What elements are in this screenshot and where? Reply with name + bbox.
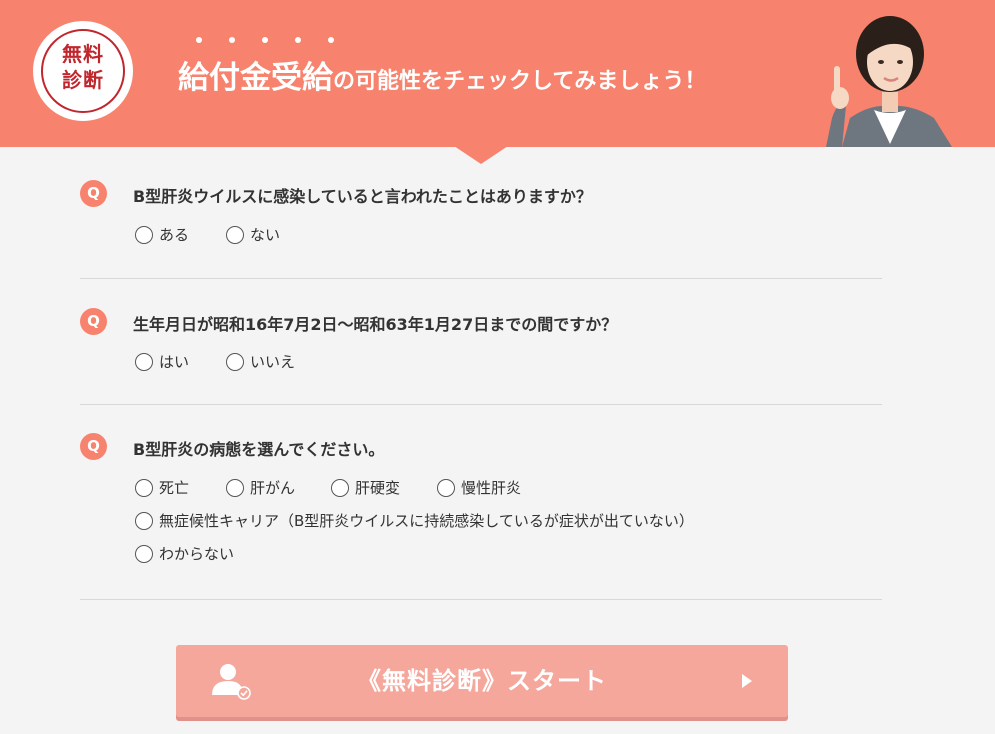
q1-option-no[interactable]: ない [226, 224, 280, 245]
radio-button[interactable] [135, 544, 153, 563]
option-label: いいえ [250, 353, 296, 371]
question-3-text: B型肝炎の病態を選んでください。 [133, 440, 385, 459]
divider [80, 278, 882, 279]
divider [80, 599, 882, 600]
start-button-label: 《無料診断》スタート [357, 667, 607, 695]
q-icon: Q [80, 180, 107, 207]
badge-line-2: 診断 [62, 68, 104, 92]
question-3: Q B型肝炎の病態を選んでください。 死亡 肝がん 肝硬変 慢性肝炎 無症候性キ… [80, 433, 882, 573]
start-diagnosis-button[interactable]: 《無料診断》スタート [176, 645, 788, 717]
radio-button[interactable] [135, 352, 153, 371]
q3-option-death[interactable]: 死亡 [135, 477, 189, 498]
radio-button[interactable] [135, 225, 153, 244]
divider [80, 404, 882, 405]
q3-option-chronic-hepatitis[interactable]: 慢性肝炎 [437, 477, 521, 498]
play-arrow-icon [742, 674, 752, 688]
radio-button[interactable] [135, 511, 153, 530]
q3-option-liver-cancer[interactable]: 肝がん [226, 477, 295, 498]
option-label: はい [159, 353, 190, 371]
option-label: 肝がん [250, 479, 296, 497]
radio-button[interactable] [226, 225, 244, 244]
option-label: 無症候性キャリア（B型肝炎ウイルスに持続感染しているが症状が出ていない） [159, 512, 694, 530]
q-icon: Q [80, 308, 107, 335]
question-1-text: B型肝炎ウイルスに感染していると言われたことはありますか？ [133, 187, 592, 206]
headline-emphasis: 給付金受給 [178, 60, 333, 96]
radio-button[interactable] [331, 478, 349, 497]
option-label: 慢性肝炎 [461, 479, 522, 497]
option-label: 死亡 [159, 479, 190, 497]
q3-option-unknown[interactable]: わからない [135, 543, 234, 564]
woman-pointing-illustration [826, 16, 952, 147]
header-pointer-notch [454, 146, 508, 164]
q2-option-yes[interactable]: はい [135, 351, 189, 372]
header-headline: 給付金受給の可能性をチェックしてみましょう！ [178, 52, 706, 96]
headline-rest: の可能性をチェックしてみましょう！ [333, 69, 707, 94]
q3-option-asymptomatic-carrier[interactable]: 無症候性キャリア（B型肝炎ウイルスに持続感染しているが症状が出ていない） [135, 510, 694, 531]
question-1: Q B型肝炎ウイルスに感染していると言われたことはありますか？ ある ない [80, 180, 882, 250]
q3-option-cirrhosis[interactable]: 肝硬変 [331, 477, 400, 498]
option-label: ある [159, 226, 190, 244]
option-label: ない [250, 226, 281, 244]
badge-line-1: 無料 [62, 42, 104, 66]
question-2: Q 生年月日が昭和16年7月2日～昭和63年1月27日までの間ですか？ はい い… [80, 308, 882, 378]
q-icon: Q [80, 433, 107, 460]
header-banner: 無料 診断 給付金受給の可能性をチェックしてみましょう！ [0, 0, 995, 147]
radio-button[interactable] [437, 478, 455, 497]
radio-button[interactable] [226, 352, 244, 371]
question-2-text: 生年月日が昭和16年7月2日～昭和63年1月27日までの間ですか？ [133, 315, 618, 334]
free-diagnosis-badge: 無料 診断 [33, 21, 133, 121]
option-label: わからない [159, 545, 235, 563]
radio-button[interactable] [226, 478, 244, 497]
emphasis-dots [186, 37, 366, 47]
option-label: 肝硬変 [355, 479, 401, 497]
radio-button[interactable] [135, 478, 153, 497]
q2-option-no[interactable]: いいえ [226, 351, 295, 372]
q1-option-yes[interactable]: ある [135, 224, 189, 245]
badge-text: 無料 診断 [36, 41, 130, 93]
